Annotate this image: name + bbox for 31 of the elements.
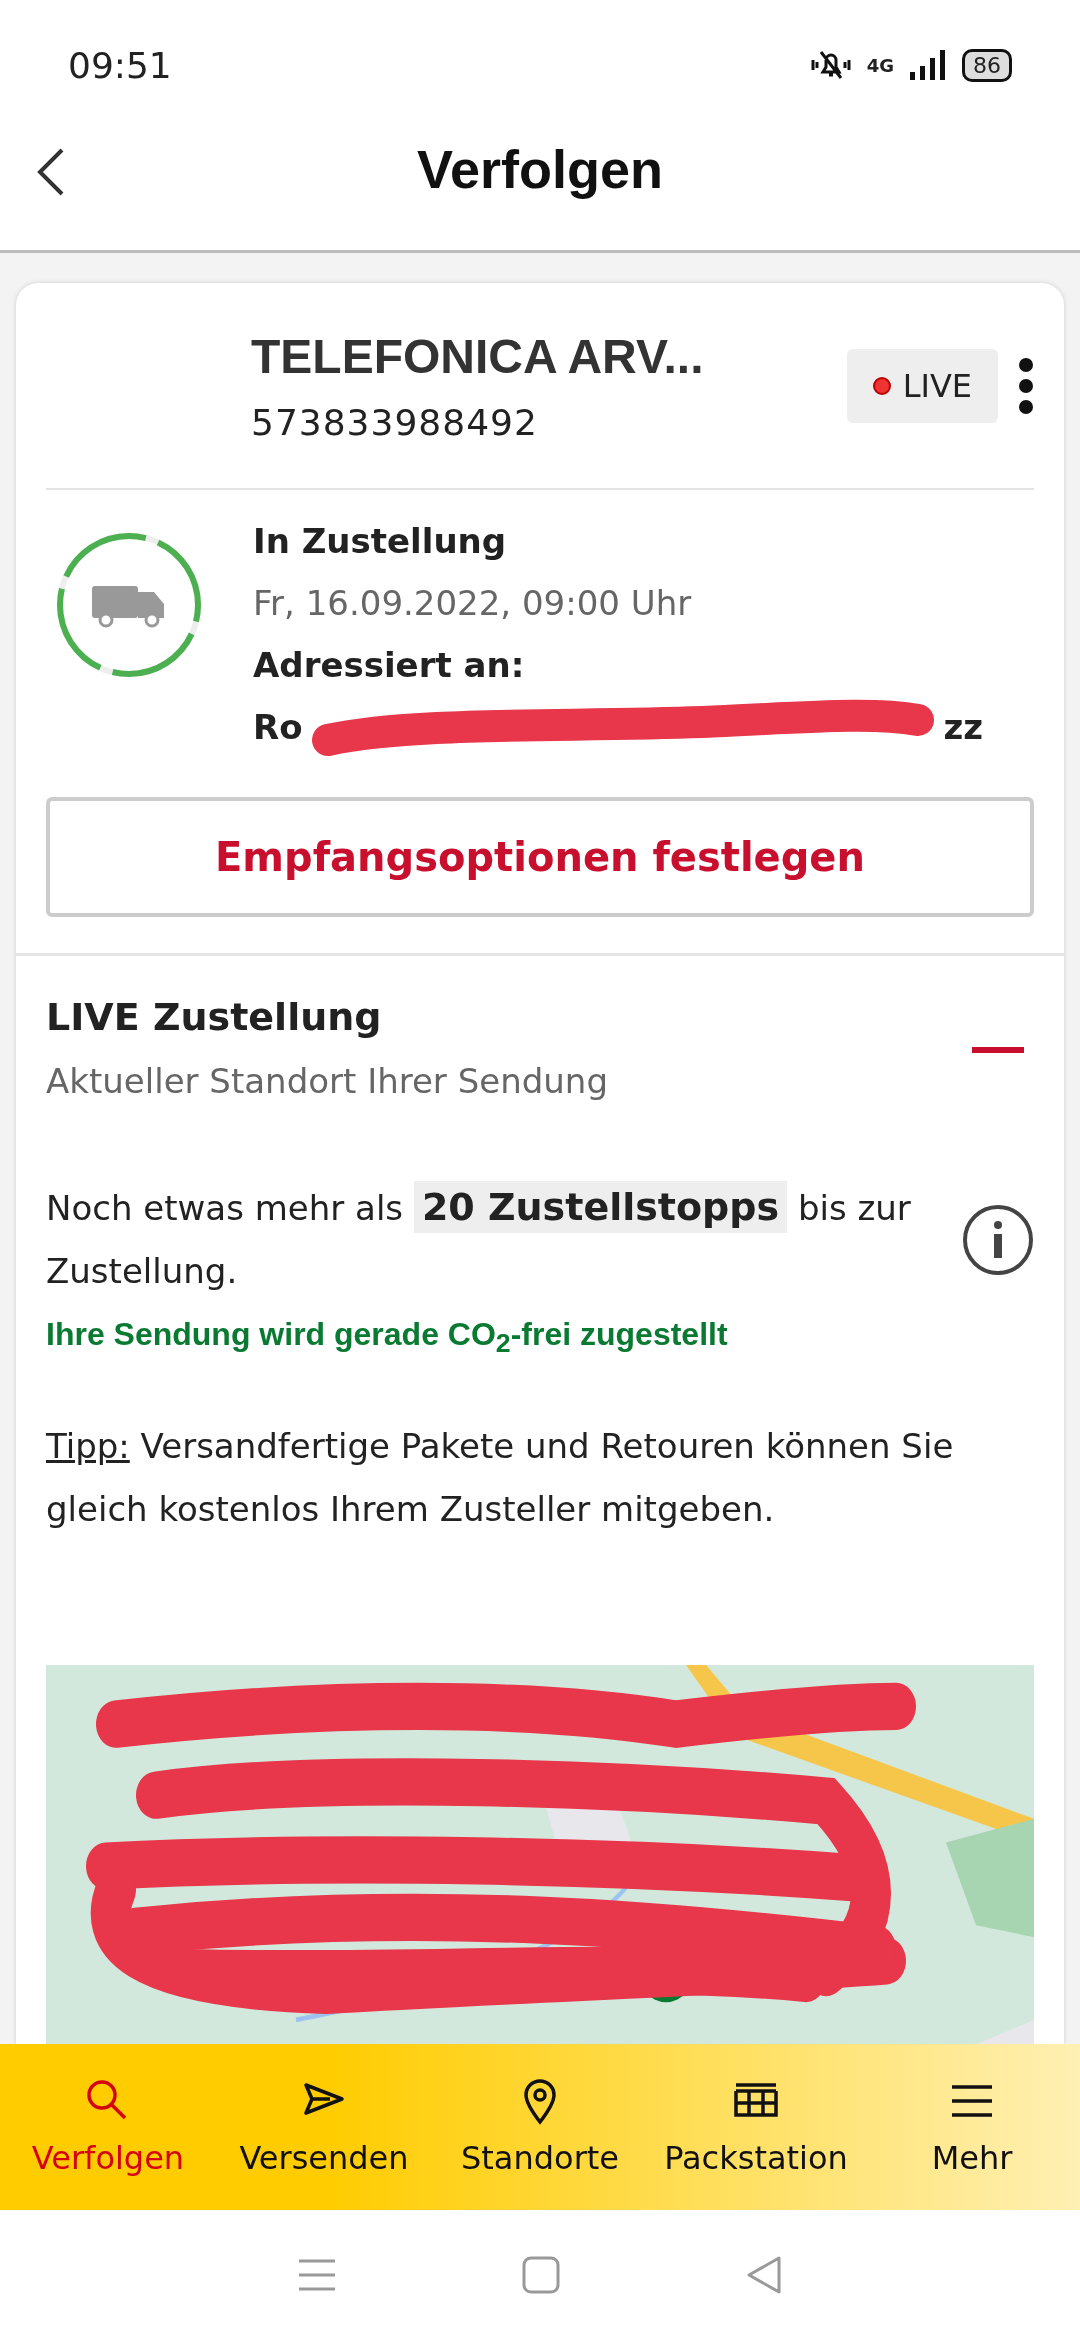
live-label: LIVE [902, 366, 972, 405]
menu-icon[interactable] [297, 2258, 337, 2292]
nav-tab[interactable]: Standorte [432, 2044, 648, 2210]
section-title: LIVE Zustellung [46, 994, 383, 1041]
info-icon[interactable] [962, 1204, 1034, 1276]
nav-tab[interactable]: Mehr [864, 2044, 1080, 2210]
delivery-date: Fr, 16.09.2022, 09:00 Uhr [253, 582, 693, 625]
stops-text: Noch etwas mehr als 20 Zustellstopps bis zur Zustellung. [46, 1176, 936, 1303]
nav-tab[interactable]: Packstation [648, 2044, 864, 2210]
live-dot-icon [872, 376, 891, 395]
more-options-icon[interactable] [1018, 356, 1034, 415]
back-icon[interactable] [36, 148, 66, 196]
progress-ring-icon [54, 530, 204, 680]
address-text: zz [943, 706, 983, 749]
battery-level: 86 [962, 48, 1012, 82]
tip-text: Tipp: Versandfertige Pakete und Retouren können Sie gleich kostenlos Ihrem Zusteller mitgeben. [46, 1425, 955, 1532]
home-icon[interactable] [522, 2256, 560, 2294]
co2-notice: Ihre Sendung wird gerade CO$_{2}$-frei zugestellt [46, 1315, 729, 1361]
delivery-status: In Zustellung [253, 520, 508, 563]
address-label: Adressiert an: [253, 644, 526, 687]
nav-tab[interactable]: Versenden [216, 2044, 432, 2210]
screen-title: Verfolgen [416, 138, 664, 200]
tracking-number: 573833988492 [251, 401, 539, 443]
sender-name: TELEFONICA ARV... [251, 328, 705, 384]
nav-tab[interactable]: Verfolgen [0, 2044, 216, 2210]
address-text: Ro [253, 706, 303, 749]
signal-icon [908, 48, 948, 82]
delivery-options-button[interactable]: Empfangsoptionen festlegen [46, 797, 1034, 917]
section-subtitle: Aktueller Standort Ihrer Sendung [46, 1060, 608, 1103]
status-time: 09:51 [68, 44, 172, 86]
network-type: 4G [866, 54, 894, 76]
